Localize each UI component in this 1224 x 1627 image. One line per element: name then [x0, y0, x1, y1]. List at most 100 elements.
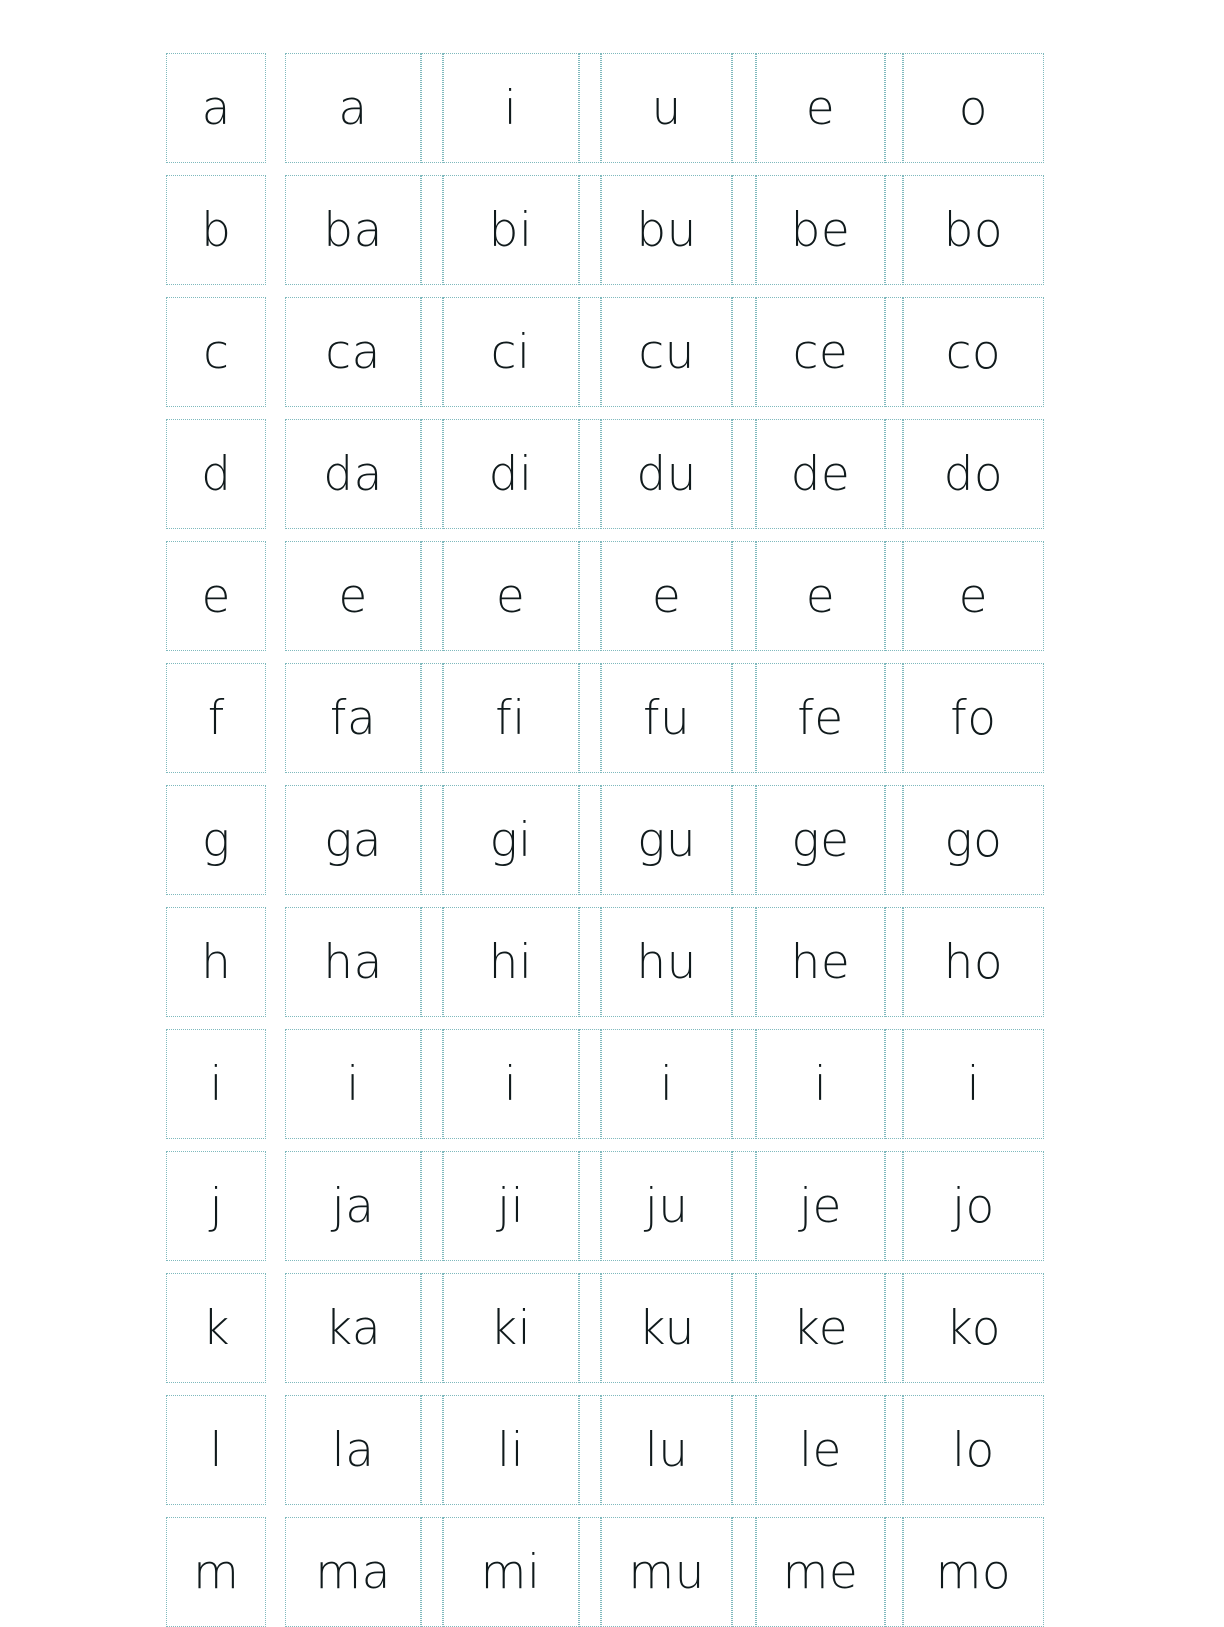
syllable-cell[interactable]: ko [902, 1273, 1044, 1383]
syllable-cell[interactable]: k [166, 1273, 267, 1383]
syllable-text: di [488, 446, 533, 502]
syllable-cell[interactable]: je [755, 1151, 886, 1261]
syllable-text: cu [638, 324, 695, 380]
syllable-cell[interactable]: du [600, 419, 733, 529]
column-gap [421, 785, 443, 895]
syllable-cell[interactable]: e [166, 541, 267, 651]
syllable-cell[interactable]: fi [442, 663, 579, 773]
syllable-text: li [497, 1422, 525, 1478]
syllable-cell[interactable]: di [442, 419, 579, 529]
syllable-cell[interactable]: hi [442, 907, 579, 1017]
syllable-cell[interactable]: bi [442, 175, 579, 285]
syllable-cell[interactable]: a [284, 53, 422, 163]
column-gap [885, 53, 903, 163]
syllable-cell[interactable]: da [284, 419, 422, 529]
syllable-cell[interactable]: ju [600, 1151, 733, 1261]
syllable-cell[interactable]: ma [284, 1517, 422, 1627]
syllable-cell[interactable]: l [166, 1395, 267, 1505]
syllable-cell[interactable]: hu [600, 907, 733, 1017]
syllable-cell[interactable]: e [755, 541, 886, 651]
syllable-cell[interactable]: ke [755, 1273, 886, 1383]
syllable-cell[interactable]: u [600, 53, 733, 163]
syllable-text: do [943, 446, 1004, 502]
column-gap [266, 175, 284, 285]
syllable-text: fi [495, 690, 526, 746]
syllable-cell[interactable]: ki [442, 1273, 579, 1383]
syllable-text: ka [324, 1300, 382, 1356]
column-gap [885, 541, 903, 651]
syllable-cell[interactable]: mo [902, 1517, 1044, 1627]
syllable-cell[interactable]: j [166, 1151, 267, 1261]
column-gap [266, 1273, 284, 1383]
syllable-cell[interactable]: co [902, 297, 1044, 407]
syllable-text: lu [644, 1422, 689, 1478]
column-gap [732, 1151, 756, 1261]
column-gap [266, 1517, 284, 1627]
syllable-cell[interactable]: e [755, 53, 886, 163]
syllable-cell[interactable]: de [755, 419, 886, 529]
syllable-cell[interactable]: f [166, 663, 267, 773]
syllable-cell[interactable]: h [166, 907, 267, 1017]
syllable-cell[interactable]: i [600, 1029, 733, 1139]
syllable-cell[interactable]: gu [600, 785, 733, 895]
syllable-cell[interactable]: jo [902, 1151, 1044, 1261]
table-row: m ma mi mu me mo [166, 1517, 1044, 1627]
syllable-cell[interactable]: i [284, 1029, 422, 1139]
syllable-cell[interactable]: ho [902, 907, 1044, 1017]
syllable-cell[interactable]: a [166, 53, 267, 163]
syllable-cell[interactable]: bo [902, 175, 1044, 285]
syllable-cell[interactable]: ba [284, 175, 422, 285]
syllable-cell[interactable]: ku [600, 1273, 733, 1383]
syllable-cell[interactable]: li [442, 1395, 579, 1505]
syllable-cell[interactable]: lo [902, 1395, 1044, 1505]
syllable-cell[interactable]: b [166, 175, 267, 285]
syllable-text: e [651, 568, 682, 624]
syllable-cell[interactable]: e [284, 541, 422, 651]
syllable-cell[interactable]: le [755, 1395, 886, 1505]
syllable-cell[interactable]: m [166, 1517, 267, 1627]
syllable-cell[interactable]: i [902, 1029, 1044, 1139]
column-gap [578, 1395, 601, 1505]
syllable-cell[interactable]: bu [600, 175, 733, 285]
syllable-cell[interactable]: fe [755, 663, 886, 773]
syllable-cell[interactable]: ce [755, 297, 886, 407]
column-gap [421, 175, 443, 285]
syllable-cell[interactable]: ja [284, 1151, 422, 1261]
syllable-cell[interactable]: fo [902, 663, 1044, 773]
syllable-cell[interactable]: ga [284, 785, 422, 895]
syllable-cell[interactable]: fa [284, 663, 422, 773]
syllable-cell[interactable]: la [284, 1395, 422, 1505]
syllable-cell[interactable]: i [166, 1029, 267, 1139]
syllable-cell[interactable]: i [755, 1029, 886, 1139]
syllable-text: ja [331, 1178, 375, 1234]
syllable-cell[interactable]: ci [442, 297, 579, 407]
syllable-cell[interactable]: lu [600, 1395, 733, 1505]
syllable-cell[interactable]: i [442, 53, 579, 163]
syllable-cell[interactable]: gi [442, 785, 579, 895]
syllable-cell[interactable]: d [166, 419, 267, 529]
page-root: a a i u e o b ba bi bu be bo c ca ci cu … [0, 0, 1224, 1627]
row-gap-cell [166, 407, 1044, 419]
syllable-cell[interactable]: he [755, 907, 886, 1017]
syllable-cell[interactable]: fu [600, 663, 733, 773]
syllable-cell[interactable]: ca [284, 297, 422, 407]
syllable-cell[interactable]: be [755, 175, 886, 285]
syllable-cell[interactable]: ji [442, 1151, 579, 1261]
syllable-cell[interactable]: c [166, 297, 267, 407]
syllable-cell[interactable]: ge [755, 785, 886, 895]
syllable-cell[interactable]: o [902, 53, 1044, 163]
syllable-cell[interactable]: me [755, 1517, 886, 1627]
syllable-cell[interactable]: e [600, 541, 733, 651]
syllable-cell[interactable]: mi [442, 1517, 579, 1627]
syllable-cell[interactable]: e [442, 541, 579, 651]
syllable-cell[interactable]: g [166, 785, 267, 895]
syllable-cell[interactable]: i [442, 1029, 579, 1139]
syllable-cell[interactable]: ka [284, 1273, 422, 1383]
syllable-cell[interactable]: e [902, 541, 1044, 651]
syllable-cell[interactable]: ha [284, 907, 422, 1017]
column-gap [885, 1151, 903, 1261]
syllable-cell[interactable]: go [902, 785, 1044, 895]
syllable-cell[interactable]: do [902, 419, 1044, 529]
syllable-cell[interactable]: cu [600, 297, 733, 407]
syllable-cell[interactable]: mu [600, 1517, 733, 1627]
